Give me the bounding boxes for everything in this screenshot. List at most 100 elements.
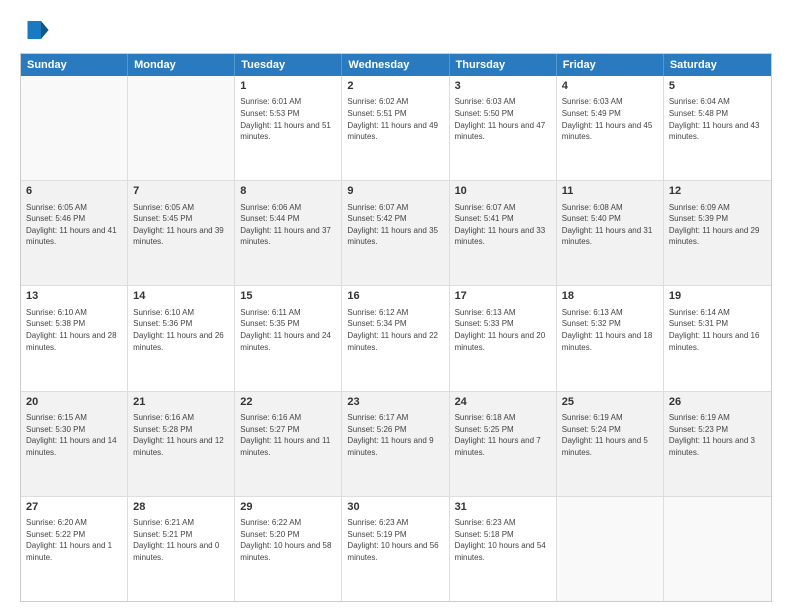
calendar-cell: 10 Sunrise: 6:07 AM Sunset: 5:41 PM Dayli… bbox=[450, 181, 557, 285]
day-number: 31 bbox=[455, 500, 551, 515]
cell-info: Sunrise: 6:09 AM Sunset: 5:39 PM Dayligh… bbox=[669, 202, 766, 248]
calendar-body: 1Sunrise: 6:01 AM Sunset: 5:53 PM Daylig… bbox=[21, 76, 771, 601]
calendar-header: SundayMondayTuesdayWednesdayThursdayFrid… bbox=[21, 54, 771, 76]
calendar-cell: 7 Sunrise: 6:05 AM Sunset: 5:45 PM Daylig… bbox=[128, 181, 235, 285]
day-number: 8 bbox=[240, 184, 336, 199]
day-number: 26 bbox=[669, 395, 766, 410]
day-number: 21 bbox=[133, 395, 229, 410]
cell-info: Sunrise: 6:01 AM Sunset: 5:53 PM Dayligh… bbox=[240, 96, 336, 142]
day-number: 24 bbox=[455, 395, 551, 410]
cell-info: Sunrise: 6:08 AM Sunset: 5:40 PM Dayligh… bbox=[562, 202, 658, 248]
header-day-saturday: Saturday bbox=[664, 54, 771, 76]
day-number: 5 bbox=[669, 79, 766, 94]
cell-info: Sunrise: 6:20 AM Sunset: 5:22 PM Dayligh… bbox=[26, 517, 122, 563]
calendar-cell: 27Sunrise: 6:20 AM Sunset: 5:22 PM Dayli… bbox=[21, 497, 128, 601]
calendar-cell: 18 Sunrise: 6:13 AM Sunset: 5:32 PM Dayli… bbox=[557, 286, 664, 390]
calendar-cell: 30 Sunrise: 6:23 AM Sunset: 5:19 PM Dayli… bbox=[342, 497, 449, 601]
day-number: 28 bbox=[133, 500, 229, 515]
calendar-cell: 9 Sunrise: 6:07 AM Sunset: 5:42 PM Daylig… bbox=[342, 181, 449, 285]
header-day-tuesday: Tuesday bbox=[235, 54, 342, 76]
header-day-sunday: Sunday bbox=[21, 54, 128, 76]
calendar-cell: 31Sunrise: 6:23 AM Sunset: 5:18 PM Dayli… bbox=[450, 497, 557, 601]
page: SundayMondayTuesdayWednesdayThursdayFrid… bbox=[0, 0, 792, 612]
cell-info: Sunrise: 6:11 AM Sunset: 5:35 PM Dayligh… bbox=[240, 307, 336, 353]
day-number: 30 bbox=[347, 500, 443, 515]
cell-info: Sunrise: 6:06 AM Sunset: 5:44 PM Dayligh… bbox=[240, 202, 336, 248]
calendar-week-2: 6 Sunrise: 6:05 AM Sunset: 5:46 PM Daylig… bbox=[21, 181, 771, 286]
day-number: 13 bbox=[26, 289, 122, 304]
calendar-cell bbox=[128, 76, 235, 180]
cell-info: Sunrise: 6:07 AM Sunset: 5:41 PM Dayligh… bbox=[455, 202, 551, 248]
calendar-week-1: 1Sunrise: 6:01 AM Sunset: 5:53 PM Daylig… bbox=[21, 76, 771, 181]
cell-info: Sunrise: 6:15 AM Sunset: 5:30 PM Dayligh… bbox=[26, 412, 122, 458]
day-number: 17 bbox=[455, 289, 551, 304]
calendar-cell: 8 Sunrise: 6:06 AM Sunset: 5:44 PM Daylig… bbox=[235, 181, 342, 285]
day-number: 18 bbox=[562, 289, 658, 304]
calendar-cell: 15 Sunrise: 6:11 AM Sunset: 5:35 PM Dayli… bbox=[235, 286, 342, 390]
header-day-monday: Monday bbox=[128, 54, 235, 76]
calendar-cell: 28 Sunrise: 6:21 AM Sunset: 5:21 PM Dayli… bbox=[128, 497, 235, 601]
cell-info: Sunrise: 6:05 AM Sunset: 5:46 PM Dayligh… bbox=[26, 202, 122, 248]
cell-info: Sunrise: 6:18 AM Sunset: 5:25 PM Dayligh… bbox=[455, 412, 551, 458]
cell-info: Sunrise: 6:21 AM Sunset: 5:21 PM Dayligh… bbox=[133, 517, 229, 563]
calendar-week-4: 20 Sunrise: 6:15 AM Sunset: 5:30 PM Dayli… bbox=[21, 392, 771, 497]
header-day-friday: Friday bbox=[557, 54, 664, 76]
cell-info: Sunrise: 6:16 AM Sunset: 5:28 PM Dayligh… bbox=[133, 412, 229, 458]
calendar-cell bbox=[557, 497, 664, 601]
cell-info: Sunrise: 6:12 AM Sunset: 5:34 PM Dayligh… bbox=[347, 307, 443, 353]
day-number: 9 bbox=[347, 184, 443, 199]
cell-info: Sunrise: 6:04 AM Sunset: 5:48 PM Dayligh… bbox=[669, 96, 766, 142]
cell-info: Sunrise: 6:07 AM Sunset: 5:42 PM Dayligh… bbox=[347, 202, 443, 248]
cell-info: Sunrise: 6:13 AM Sunset: 5:33 PM Dayligh… bbox=[455, 307, 551, 353]
cell-info: Sunrise: 6:14 AM Sunset: 5:31 PM Dayligh… bbox=[669, 307, 766, 353]
cell-info: Sunrise: 6:03 AM Sunset: 5:50 PM Dayligh… bbox=[455, 96, 551, 142]
calendar-cell: 5 Sunrise: 6:04 AM Sunset: 5:48 PM Daylig… bbox=[664, 76, 771, 180]
cell-info: Sunrise: 6:13 AM Sunset: 5:32 PM Dayligh… bbox=[562, 307, 658, 353]
calendar-cell: 14Sunrise: 6:10 AM Sunset: 5:36 PM Dayli… bbox=[128, 286, 235, 390]
day-number: 16 bbox=[347, 289, 443, 304]
day-number: 23 bbox=[347, 395, 443, 410]
cell-info: Sunrise: 6:17 AM Sunset: 5:26 PM Dayligh… bbox=[347, 412, 443, 458]
calendar-cell bbox=[21, 76, 128, 180]
day-number: 15 bbox=[240, 289, 336, 304]
calendar-cell: 22Sunrise: 6:16 AM Sunset: 5:27 PM Dayli… bbox=[235, 392, 342, 496]
calendar-cell: 2 Sunrise: 6:02 AM Sunset: 5:51 PM Daylig… bbox=[342, 76, 449, 180]
day-number: 10 bbox=[455, 184, 551, 199]
cell-info: Sunrise: 6:19 AM Sunset: 5:23 PM Dayligh… bbox=[669, 412, 766, 458]
logo-icon bbox=[20, 15, 50, 45]
day-number: 20 bbox=[26, 395, 122, 410]
calendar-cell: 1Sunrise: 6:01 AM Sunset: 5:53 PM Daylig… bbox=[235, 76, 342, 180]
logo bbox=[20, 15, 54, 45]
calendar-cell: 20 Sunrise: 6:15 AM Sunset: 5:30 PM Dayli… bbox=[21, 392, 128, 496]
header bbox=[20, 15, 772, 45]
day-number: 14 bbox=[133, 289, 229, 304]
day-number: 7 bbox=[133, 184, 229, 199]
cell-info: Sunrise: 6:22 AM Sunset: 5:20 PM Dayligh… bbox=[240, 517, 336, 563]
calendar-cell: 16 Sunrise: 6:12 AM Sunset: 5:34 PM Dayli… bbox=[342, 286, 449, 390]
calendar-cell: 11 Sunrise: 6:08 AM Sunset: 5:40 PM Dayli… bbox=[557, 181, 664, 285]
day-number: 11 bbox=[562, 184, 658, 199]
calendar-week-3: 13Sunrise: 6:10 AM Sunset: 5:38 PM Dayli… bbox=[21, 286, 771, 391]
calendar-cell: 24 Sunrise: 6:18 AM Sunset: 5:25 PM Dayli… bbox=[450, 392, 557, 496]
calendar-cell: 23 Sunrise: 6:17 AM Sunset: 5:26 PM Dayli… bbox=[342, 392, 449, 496]
day-number: 6 bbox=[26, 184, 122, 199]
calendar-cell: 19Sunrise: 6:14 AM Sunset: 5:31 PM Dayli… bbox=[664, 286, 771, 390]
day-number: 22 bbox=[240, 395, 336, 410]
cell-info: Sunrise: 6:05 AM Sunset: 5:45 PM Dayligh… bbox=[133, 202, 229, 248]
calendar-cell: 4Sunrise: 6:03 AM Sunset: 5:49 PM Daylig… bbox=[557, 76, 664, 180]
header-day-wednesday: Wednesday bbox=[342, 54, 449, 76]
calendar-week-5: 27Sunrise: 6:20 AM Sunset: 5:22 PM Dayli… bbox=[21, 497, 771, 601]
calendar-cell: 25Sunrise: 6:19 AM Sunset: 5:24 PM Dayli… bbox=[557, 392, 664, 496]
day-number: 25 bbox=[562, 395, 658, 410]
cell-info: Sunrise: 6:23 AM Sunset: 5:19 PM Dayligh… bbox=[347, 517, 443, 563]
calendar-cell: 6 Sunrise: 6:05 AM Sunset: 5:46 PM Daylig… bbox=[21, 181, 128, 285]
day-number: 2 bbox=[347, 79, 443, 94]
calendar-cell: 21 Sunrise: 6:16 AM Sunset: 5:28 PM Dayli… bbox=[128, 392, 235, 496]
calendar-cell: 17 Sunrise: 6:13 AM Sunset: 5:33 PM Dayli… bbox=[450, 286, 557, 390]
calendar-cell: 12Sunrise: 6:09 AM Sunset: 5:39 PM Dayli… bbox=[664, 181, 771, 285]
calendar-cell: 29 Sunrise: 6:22 AM Sunset: 5:20 PM Dayli… bbox=[235, 497, 342, 601]
header-day-thursday: Thursday bbox=[450, 54, 557, 76]
day-number: 29 bbox=[240, 500, 336, 515]
cell-info: Sunrise: 6:02 AM Sunset: 5:51 PM Dayligh… bbox=[347, 96, 443, 142]
calendar-cell: 3Sunrise: 6:03 AM Sunset: 5:50 PM Daylig… bbox=[450, 76, 557, 180]
